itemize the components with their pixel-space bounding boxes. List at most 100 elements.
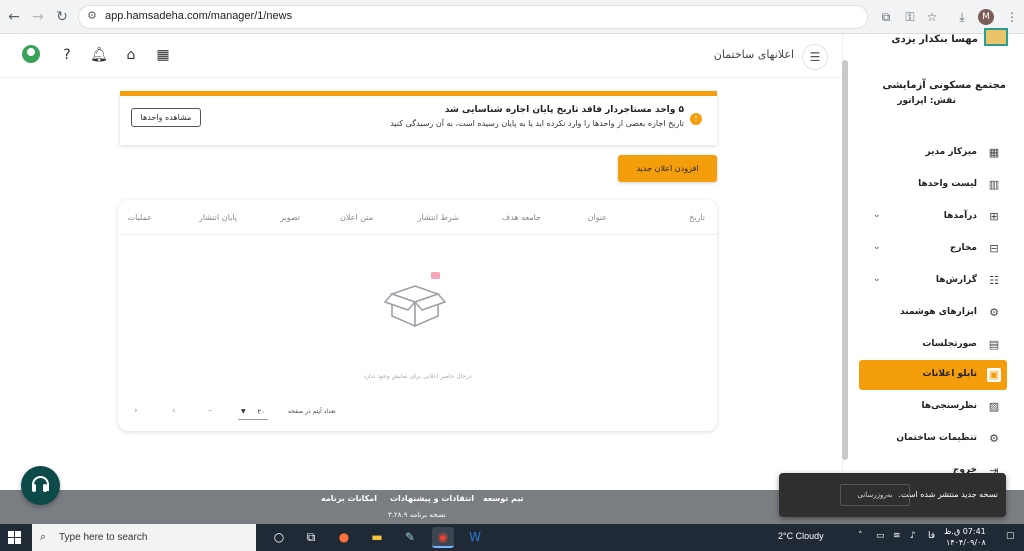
sidebar-item-label: مخارج bbox=[949, 243, 977, 253]
sidebar-scrollbar[interactable] bbox=[842, 60, 848, 460]
taskbar: ⌕ Type here to search ○ ⧉ ● ▬ ✎ ◉ W 2°C … bbox=[0, 524, 1024, 551]
sidebar-item[interactable]: ☷ گزارش‌ها ⌄ bbox=[859, 266, 1007, 296]
view-units-button[interactable]: مشاهده واحدها bbox=[131, 108, 201, 127]
install-app-icon[interactable]: ⧉ bbox=[876, 7, 896, 27]
minutes-icon: ▤ bbox=[988, 338, 1000, 351]
warning-info-icon: ! bbox=[690, 113, 702, 125]
building-icon: ▥ bbox=[988, 178, 1000, 191]
column-header[interactable]: پایان انتشار bbox=[199, 213, 237, 222]
network-icon[interactable]: ▭ bbox=[876, 531, 885, 541]
browser-menu-icon[interactable]: ⋮ bbox=[1002, 7, 1022, 27]
chevron-down-icon[interactable]: ⌄ bbox=[873, 274, 881, 284]
last-page-icon[interactable]: › bbox=[134, 406, 138, 416]
help-icon[interactable]: ? bbox=[57, 45, 77, 65]
sidebar-item[interactable]: ▣ تابلو اعلانات bbox=[859, 360, 1007, 390]
notification-bell-icon[interactable]: 🔔︎ bbox=[89, 45, 109, 65]
bookmark-star-icon[interactable]: ☆ bbox=[922, 7, 942, 27]
back-icon[interactable]: ← bbox=[4, 7, 24, 27]
sidebar-item-label: صورتجلسات bbox=[922, 339, 977, 349]
news-table: تاریخ عنوان جامعه هدف شرط انتشار متن اعل… bbox=[118, 200, 717, 431]
site-info-icon[interactable]: ⚙ bbox=[87, 9, 97, 22]
sidebar-item[interactable]: ▤ صورتجلسات bbox=[859, 330, 1007, 360]
sidebar-item-label: لیست واحدها bbox=[918, 179, 977, 189]
sidebar-item-label: ابزارهای هوشمند bbox=[900, 307, 977, 317]
chrome-icon[interactable]: ◉ bbox=[432, 527, 454, 548]
taskbar-search[interactable]: ⌕ Type here to search bbox=[32, 524, 256, 551]
footer-link-feedback[interactable]: انتقادات و پیشنهادات bbox=[390, 494, 474, 503]
download-icon[interactable]: ⤓ bbox=[952, 7, 972, 27]
column-header: عملیات bbox=[127, 213, 152, 222]
add-news-button[interactable]: افزودن اعلان جدید bbox=[618, 155, 717, 182]
next-page-icon[interactable]: ‹ bbox=[172, 406, 176, 416]
page-title: اعلانهای ساختمان bbox=[713, 48, 794, 61]
app-header: ? 🔔︎ ⌂ ▦ اعلانهای ساختمان ☰ bbox=[0, 34, 842, 78]
table-header: تاریخ عنوان جامعه هدف شرط انتشار متن اعل… bbox=[118, 200, 717, 235]
user-role: نقش: اپراتور bbox=[897, 96, 956, 106]
items-per-page-select[interactable]: ▼ ۲۰ bbox=[238, 404, 268, 420]
cortana-icon[interactable]: ○ bbox=[268, 527, 290, 548]
chevron-down-icon[interactable]: ⌄ bbox=[873, 210, 881, 220]
income-icon: ⊞ bbox=[989, 210, 999, 223]
grid-apps-icon[interactable]: ▦ bbox=[153, 45, 173, 65]
user-avatar-icon[interactable] bbox=[22, 45, 40, 63]
reload-icon[interactable]: ↻ bbox=[52, 7, 72, 27]
column-header[interactable]: تصویر bbox=[280, 213, 300, 222]
browser-toolbar: ← → ↻ ⚙ app.hamsadeha.com/manager/1/news… bbox=[0, 0, 1024, 34]
toast-message: نسخه جدید منتشر شده است. bbox=[898, 490, 998, 499]
home-icon[interactable]: ⌂ bbox=[121, 45, 141, 65]
forward-icon[interactable]: → bbox=[28, 7, 48, 27]
weather-widget[interactable]: 2°C Cloudy bbox=[778, 531, 824, 541]
sidebar-item[interactable]: ▦ میزکار مدیر bbox=[859, 138, 1007, 168]
sidebar-item-label: تنظیمات ساختمان bbox=[896, 433, 977, 443]
volume-icon[interactable]: ♪ bbox=[910, 531, 916, 541]
chevron-down-icon: ▼ bbox=[241, 408, 246, 415]
task-view-icon[interactable]: ⧉ bbox=[300, 527, 322, 548]
sidebar-item[interactable]: ⊞ درآمدها ⌄ bbox=[859, 202, 1007, 232]
update-button[interactable]: به‌روزرسانی bbox=[840, 484, 910, 506]
sidebar-item-label: گزارش‌ها bbox=[935, 275, 977, 285]
chevron-down-icon[interactable]: ⌄ bbox=[873, 242, 881, 252]
notifications-icon[interactable]: ▢ bbox=[1006, 531, 1015, 541]
notice-board-icon: ▣ bbox=[987, 368, 1001, 382]
file-explorer-icon[interactable]: ▬ bbox=[366, 527, 388, 548]
sidebar-item[interactable]: ▨ نظرسنجی‌ها bbox=[859, 392, 1007, 422]
page-range: – bbox=[208, 406, 213, 416]
sidebar-item[interactable]: ▥ لیست واحدها bbox=[859, 170, 1007, 200]
address-bar[interactable]: ⚙ app.hamsadeha.com/manager/1/news bbox=[78, 5, 868, 29]
search-icon: ⌕ bbox=[40, 530, 47, 543]
column-header[interactable]: جامعه هدف bbox=[502, 213, 541, 222]
footer-link-dev-team[interactable]: تیم توسعه bbox=[483, 494, 524, 503]
tray-up-arrow-icon[interactable]: ˄ bbox=[858, 531, 863, 541]
sidebar-brand: مهسا بنکدار یزدی bbox=[848, 28, 1008, 52]
support-headset-icon[interactable] bbox=[21, 466, 60, 505]
column-header[interactable]: تاریخ bbox=[689, 213, 705, 222]
alert-title: ۵ واحد مستاجردار فاقد تاریخ پایان اجاره … bbox=[444, 105, 684, 115]
windows-start-icon[interactable] bbox=[0, 524, 30, 551]
settings-icon: ⚙ bbox=[989, 432, 999, 445]
pagination: › ‹ – ▼ ۲۰ تعداد آیتم در صفحه bbox=[118, 400, 717, 424]
sidebar-item-label: میزکار مدیر bbox=[925, 147, 977, 157]
poll-icon: ▨ bbox=[988, 400, 1000, 413]
word-icon[interactable]: W bbox=[464, 527, 486, 548]
sidebar-item[interactable]: ⊟ مخارج ⌄ bbox=[859, 234, 1007, 264]
column-header[interactable]: متن اعلان bbox=[340, 213, 373, 222]
profile-avatar[interactable]: M bbox=[978, 9, 994, 25]
menu-toggle-icon[interactable]: ☰ bbox=[802, 44, 828, 70]
sidebar-item[interactable]: ⚙ ابزارهای هوشمند bbox=[859, 298, 1007, 328]
paint-icon[interactable]: ✎ bbox=[399, 527, 421, 548]
app-version: نسخه برنامه ۳.۲۸.۹ bbox=[388, 511, 446, 519]
column-header[interactable]: شرط انتشار bbox=[418, 213, 459, 222]
firefox-icon[interactable]: ● bbox=[333, 527, 355, 548]
column-header[interactable]: عنوان bbox=[588, 213, 607, 222]
wifi-icon[interactable]: ≋ bbox=[893, 531, 901, 541]
password-key-icon[interactable]: ⚿ bbox=[900, 7, 920, 27]
dashboard-icon: ▦ bbox=[988, 146, 1000, 159]
clock-time[interactable]: 07:41 ق.ظ bbox=[944, 527, 986, 536]
sidebar-item[interactable]: ⚙ تنظیمات ساختمان bbox=[859, 424, 1007, 454]
empty-state-message: درحال حاضر اعلانی برای نمایش وجود ندارد bbox=[363, 373, 472, 380]
items-per-page-label: تعداد آیتم در صفحه bbox=[288, 408, 336, 415]
sidebar-item-label: نظرسنجی‌ها bbox=[921, 401, 977, 411]
clock-date[interactable]: ۱۴۰۴/۰۹/۰۸ bbox=[946, 538, 986, 547]
footer-link-features[interactable]: امکانات برنامه bbox=[321, 494, 377, 503]
language-indicator[interactable]: فا bbox=[928, 531, 935, 541]
